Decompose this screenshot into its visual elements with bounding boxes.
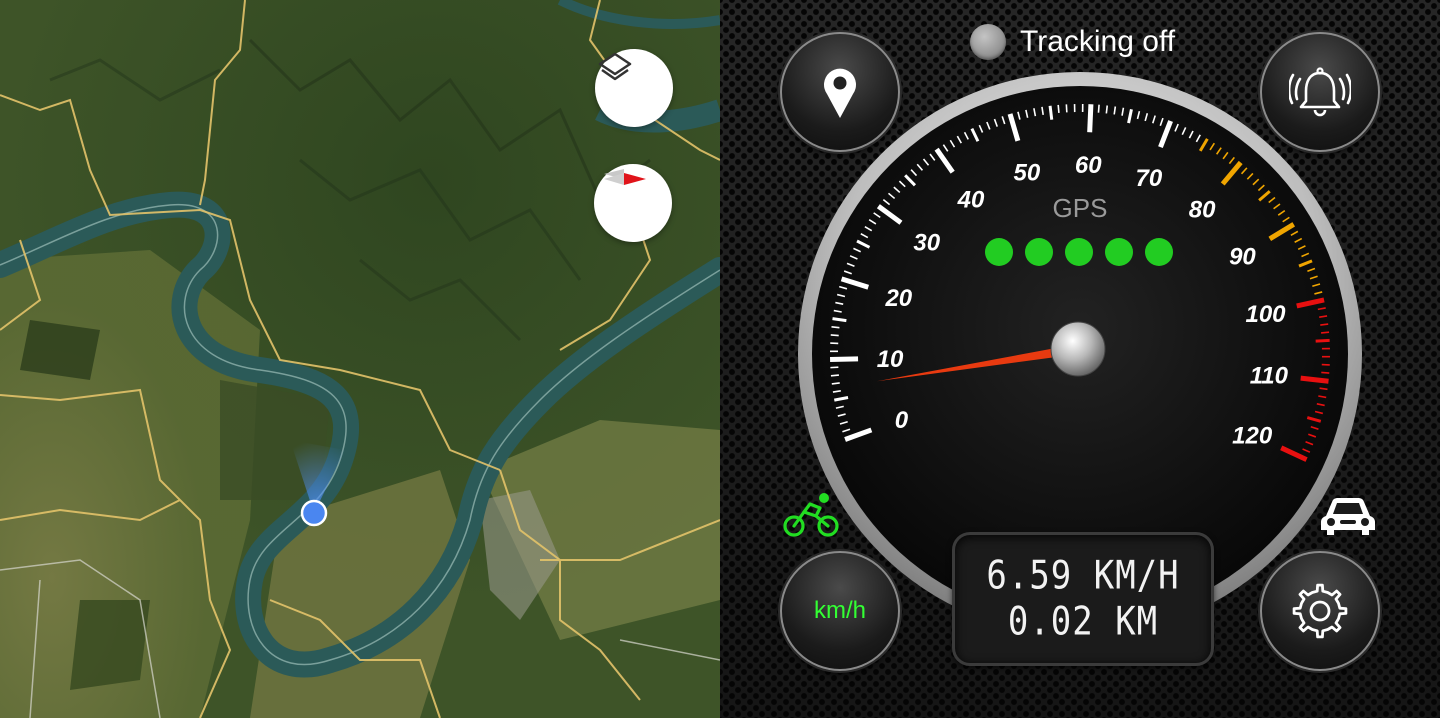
major-tick: [1300, 375, 1329, 384]
gps-signal-dot: [1065, 238, 1093, 266]
minor-tick: [830, 334, 839, 337]
speed-label: 120: [1232, 422, 1273, 449]
speed-label: 100: [1245, 301, 1286, 328]
map-pin-icon: [824, 68, 856, 118]
speed-label: 80: [1189, 196, 1216, 223]
minor-tick: [832, 317, 847, 323]
speedometer-panel: 0 10 20 30 40 50 60 70 80 90 100 110 120 GPS Trackin…: [720, 0, 1440, 718]
needle-hub: [1050, 321, 1106, 377]
minor-tick: [1321, 371, 1330, 374]
minor-tick: [830, 374, 839, 377]
minor-tick: [1315, 338, 1330, 343]
satellite-map[interactable]: [0, 0, 720, 718]
gps-signal-dot: [1105, 238, 1133, 266]
gps-signal-dot: [985, 238, 1013, 266]
gear-icon: [1292, 583, 1348, 639]
alarm-button[interactable]: [1260, 32, 1380, 152]
major-tick: [830, 356, 859, 362]
speed-label: 30: [913, 230, 940, 257]
minor-tick: [1113, 106, 1117, 115]
minor-tick: [1097, 104, 1100, 113]
gps-signal-dot: [1145, 238, 1173, 266]
speed-label: 70: [1136, 165, 1163, 192]
compass-icon: [604, 169, 646, 185]
speed-label: 10: [877, 346, 904, 373]
speed-label: 90: [1229, 243, 1256, 270]
speed-label: 110: [1250, 363, 1289, 390]
speed-readout-display: 6.59 KM/H 0.02 KM: [952, 532, 1214, 666]
alarm-bell-icon: [1289, 67, 1351, 117]
speed-label: 40: [957, 186, 985, 213]
minor-tick: [1048, 105, 1054, 120]
location-button[interactable]: [780, 32, 900, 152]
layers-icon: [598, 52, 632, 81]
bicycle-icon[interactable]: [782, 490, 840, 538]
major-tick: [1087, 104, 1094, 133]
minor-tick: [831, 325, 840, 329]
gps-signal-dot: [1025, 238, 1053, 266]
tracking-indicator-dot: [970, 24, 1006, 60]
speed-label: 50: [1013, 160, 1040, 187]
minor-tick: [831, 382, 840, 385]
car-icon[interactable]: [1320, 494, 1376, 538]
units-button[interactable]: km/h: [780, 551, 900, 671]
tracking-status[interactable]: Tracking off: [970, 22, 1175, 62]
map-layers-button[interactable]: [595, 49, 673, 127]
current-speed-text: 6.59 KM/H: [986, 553, 1180, 599]
minor-tick: [1321, 331, 1330, 334]
minor-tick: [1320, 323, 1329, 326]
speed-label: 20: [884, 285, 912, 312]
speed-label: 60: [1075, 152, 1102, 179]
settings-button[interactable]: [1260, 551, 1380, 671]
minor-tick: [1105, 105, 1109, 114]
units-label: km/h: [813, 597, 866, 624]
speed-label: 0: [895, 407, 909, 434]
minor-tick: [1057, 104, 1060, 113]
compass-button[interactable]: [594, 164, 672, 242]
tracking-label: Tracking off: [1020, 25, 1176, 58]
current-location-dot: [300, 499, 328, 527]
minor-tick: [1319, 387, 1328, 391]
distance-text: 0.02 KM: [1007, 599, 1159, 645]
gps-label: GPS: [1053, 193, 1108, 223]
